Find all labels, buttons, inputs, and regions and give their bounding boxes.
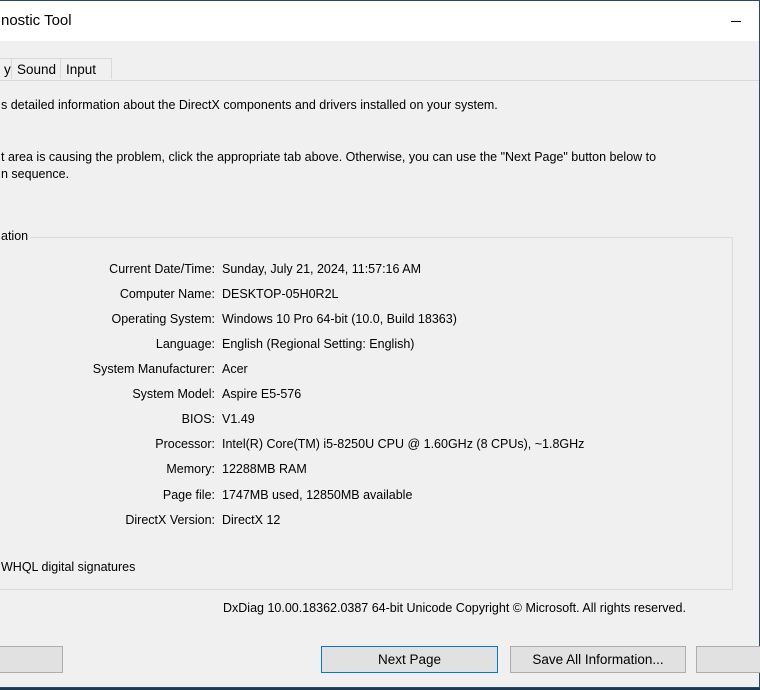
intro-text-line3: n sequence. (1, 167, 70, 181)
label-system-manufacturer: System Manufacturer: (92, 362, 215, 376)
save-all-information-button-label: Save All Information... (532, 652, 664, 667)
value-system-manufacturer: Acer (222, 362, 248, 376)
label-page-file: Page file: (162, 488, 215, 502)
tab-input-label: Input (66, 62, 97, 77)
value-directx-version: DirectX 12 (222, 513, 281, 527)
minimize-icon (731, 20, 741, 22)
value-page-file: 1747MB used, 12850MB available (222, 488, 413, 502)
label-language: Language: (155, 337, 215, 351)
version-copyright-text: DxDiag 10.00.18362.0387 64-bit Unicode C… (223, 601, 686, 615)
label-computer-name: Computer Name: (119, 287, 215, 301)
label-operating-system: Operating System: (111, 312, 215, 326)
help-button[interactable] (0, 646, 63, 673)
value-system-model: Aspire E5-576 (222, 387, 302, 401)
value-computer-name: DESKTOP-05H0R2L (222, 287, 339, 301)
minimize-button[interactable] (713, 1, 759, 41)
label-directx-version: DirectX Version: (125, 513, 215, 527)
next-page-button-label: Next Page (377, 652, 442, 667)
value-current-date-time: Sunday, July 21, 2024, 11:57:16 AM (222, 262, 421, 276)
value-processor: Intel(R) Core(TM) i5-8250U CPU @ 1.60GHz… (222, 437, 585, 451)
value-memory: 12288MB RAM (222, 462, 307, 476)
intro-text-line2: t area is causing the problem, click the… (1, 150, 657, 164)
value-language: English (Regional Setting: English) (222, 337, 415, 351)
tab-sound-label: Sound (17, 62, 57, 77)
title-bar[interactable]: nostic Tool (0, 1, 759, 41)
label-memory: Memory: (166, 462, 215, 476)
label-current-date-time: Current Date/Time: (109, 262, 215, 276)
next-page-button[interactable]: Next Page (321, 646, 498, 673)
value-bios: V1.49 (222, 412, 255, 426)
system-information-group-label: ation (1, 229, 31, 243)
exit-button[interactable] (696, 646, 760, 673)
tab-sound[interactable]: Sound (11, 58, 61, 79)
save-all-information-button[interactable]: Save All Information... (510, 646, 686, 673)
value-operating-system: Windows 10 Pro 64-bit (10.0, Build 18363… (222, 312, 457, 326)
whql-checkbox-label[interactable]: WHQL digital signatures (1, 560, 135, 574)
tab-input[interactable]: Input (60, 58, 112, 79)
intro-text-line1: s detailed information about the DirectX… (1, 98, 498, 112)
tab-display-label: y (4, 62, 11, 77)
dxdiag-window: nostic Tool y Sound Input s detailed inf… (0, 0, 760, 688)
tab-strip: y Sound Input (0, 58, 759, 81)
window-title: nostic Tool (1, 12, 72, 29)
label-processor: Processor: (155, 437, 215, 451)
label-system-model: System Model: (132, 387, 215, 401)
label-bios: BIOS: (181, 412, 215, 426)
